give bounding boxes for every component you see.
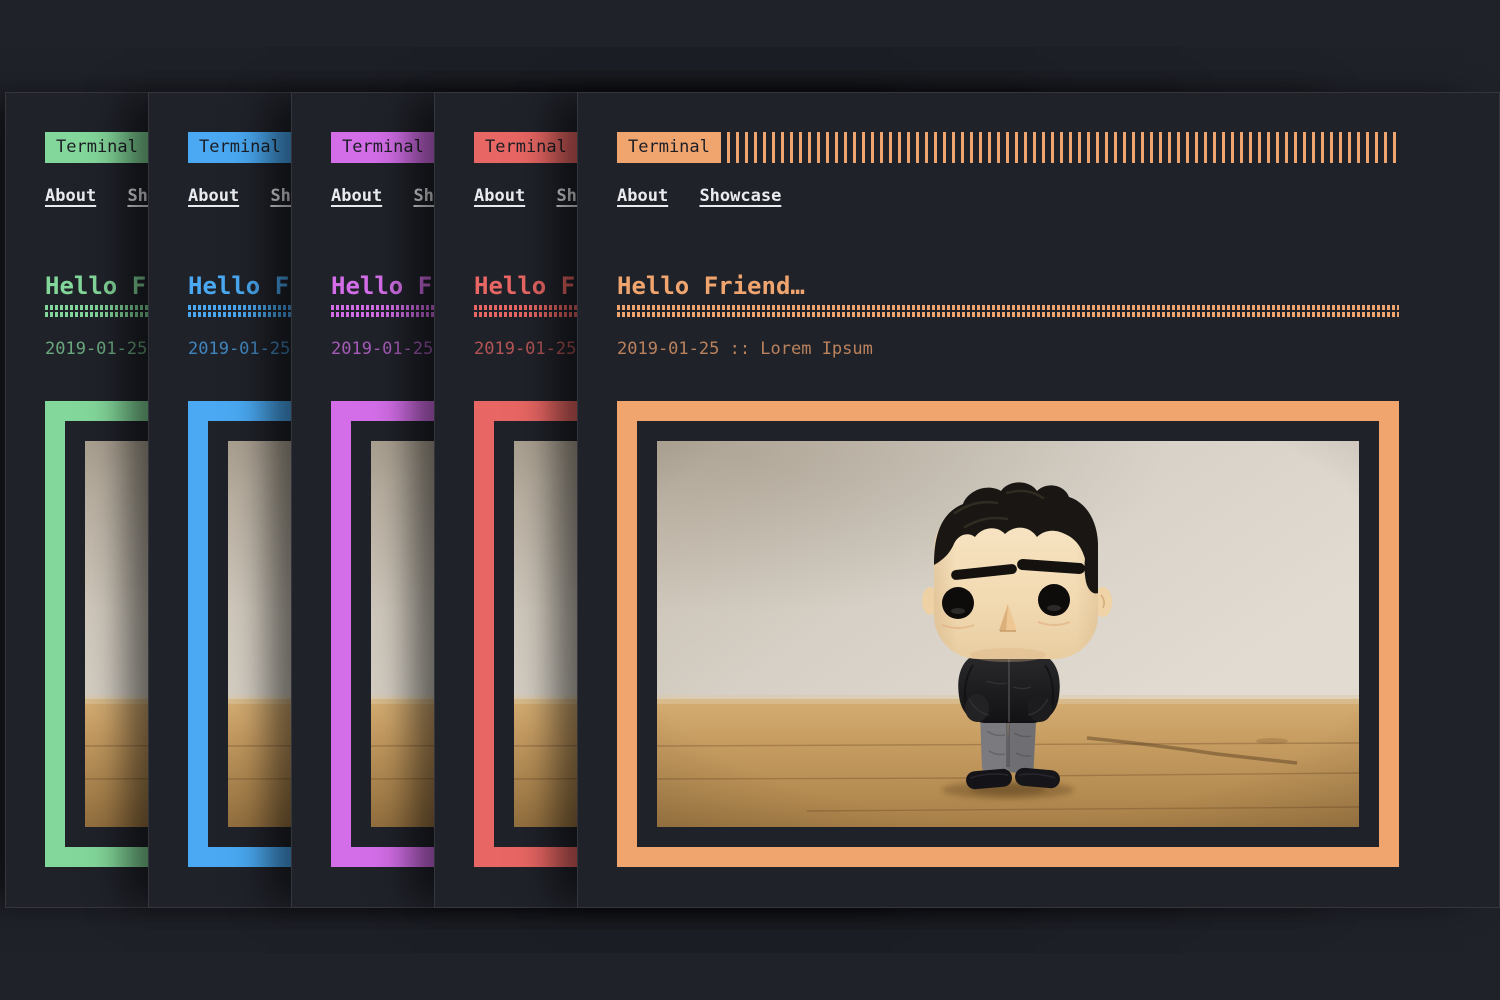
panel-content: Terminal About Showcase Hello Friend… 20… xyxy=(578,93,1400,867)
nav-link-about[interactable]: About xyxy=(45,186,96,206)
logo-badge[interactable]: Terminal xyxy=(331,132,435,163)
logo-badge[interactable]: Terminal xyxy=(188,132,292,163)
post-image-frame xyxy=(617,401,1399,867)
nav-link-about[interactable]: About xyxy=(188,186,239,206)
logo-badge[interactable]: Terminal xyxy=(474,132,578,163)
logo-bars-decoration xyxy=(727,132,1399,163)
nav-link-about[interactable]: About xyxy=(617,186,668,206)
post-title[interactable]: Hello Friend… xyxy=(617,272,1399,300)
nav-link-about[interactable]: About xyxy=(331,186,382,206)
nav-link-about[interactable]: About xyxy=(474,186,525,206)
site-menu: About Showcase xyxy=(617,186,1400,206)
logo-badge[interactable]: Terminal xyxy=(617,132,721,163)
theme-panel-orange: Terminal About Showcase Hello Friend… 20… xyxy=(577,92,1500,908)
logo-badge[interactable]: Terminal xyxy=(45,132,149,163)
site-header: Terminal About Showcase xyxy=(617,132,1400,206)
post-meta: 2019-01-25 :: Lorem Ipsum xyxy=(617,338,1400,360)
title-separator xyxy=(617,305,1399,317)
post-preview: Hello Friend… 2019-01-25 :: Lorem Ipsum xyxy=(617,272,1400,867)
theme-showcase-stage: Terminal About Showcase Hello Friend… 20… xyxy=(0,0,1500,1000)
logo-row: Terminal xyxy=(617,132,1399,163)
funko-pop-photo xyxy=(657,441,1359,827)
nav-link-showcase[interactable]: Showcase xyxy=(699,186,781,206)
